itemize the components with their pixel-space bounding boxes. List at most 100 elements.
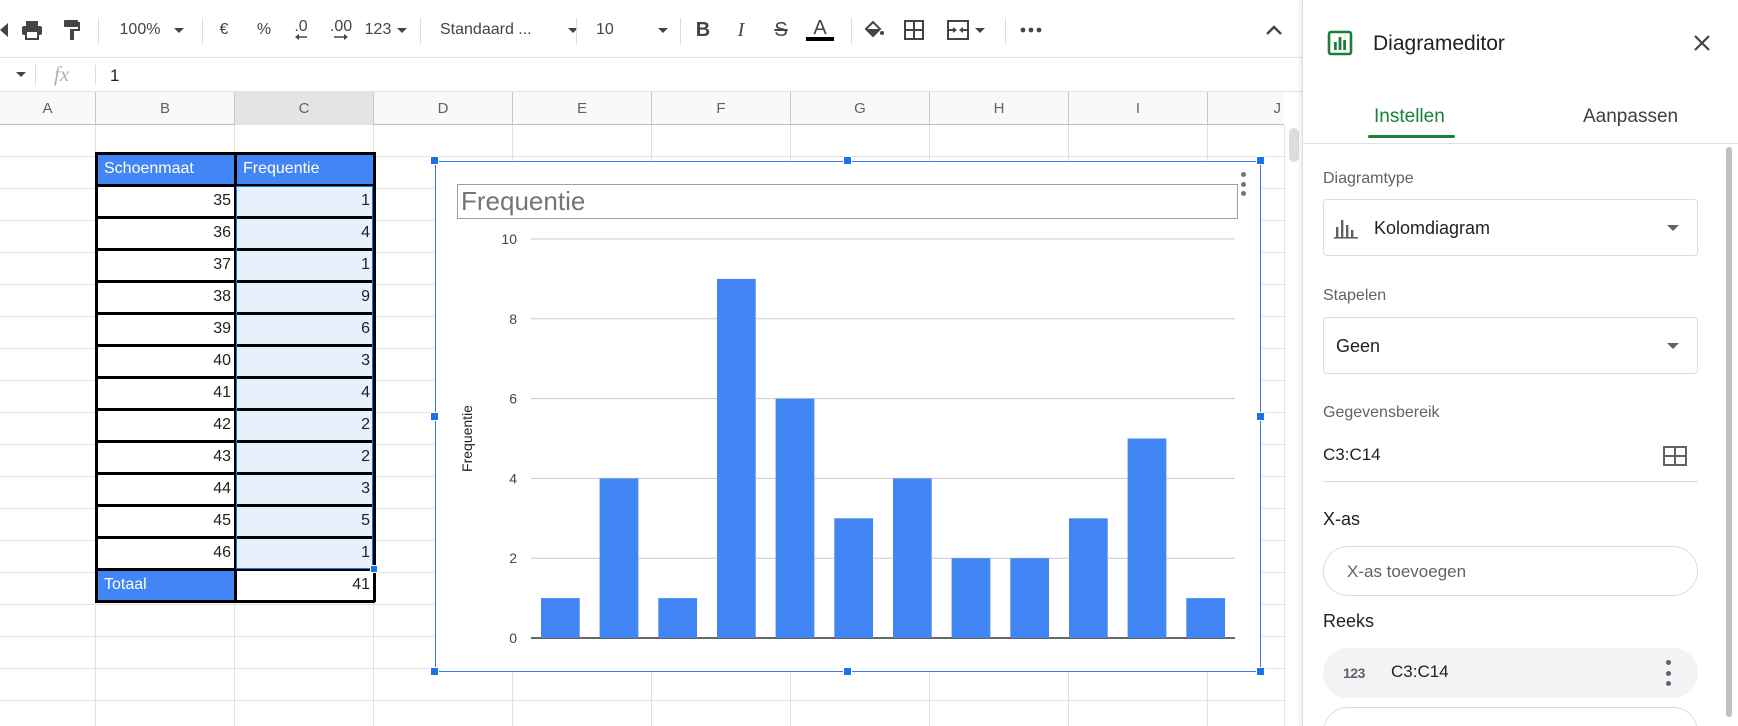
column-header-g[interactable]: G [791,92,930,125]
add-x-axis-button[interactable]: X-as toevoegen [1323,546,1698,596]
vertical-scrollbar[interactable] [1284,125,1302,726]
column-header-h[interactable]: H [930,92,1069,125]
resize-handle[interactable] [1256,156,1265,165]
table-header-size[interactable]: Schoenmaat [96,153,235,185]
number-series-icon: 123 [1343,665,1365,681]
print-icon[interactable] [18,16,46,44]
stacking-select[interactable]: Geen [1323,317,1698,374]
text-color-button[interactable]: A [805,16,835,44]
chart-bar [540,598,580,638]
y-tick-label: 2 [509,550,517,566]
bold-button[interactable]: B [692,16,714,44]
chart-type-select[interactable]: Kolomdiagram [1323,199,1698,256]
table-cell-size[interactable]: 45 [96,505,235,537]
arrow-right-icon [334,34,348,40]
table-cell-size[interactable]: 41 [96,377,235,409]
fill-color-icon[interactable] [861,16,887,44]
font-size-select[interactable]: 10 [596,16,668,44]
data-range-field[interactable]: C3:C14 [1323,432,1698,482]
add-series-button[interactable] [1323,707,1698,726]
resize-handle[interactable] [1256,667,1265,676]
resize-handle[interactable] [843,156,852,165]
zoom-select[interactable]: 100% [116,16,188,44]
chart-bar [658,598,698,638]
column-header-b[interactable]: B [96,92,235,125]
chart-bar [951,558,991,638]
series-more-icon[interactable] [1665,660,1671,686]
text-color-label: A [813,17,827,39]
close-icon[interactable] [1693,34,1711,57]
resize-handle[interactable] [430,156,439,165]
number-format-select[interactable]: 123 [364,16,408,44]
column-header-j[interactable]: J [1208,92,1284,125]
table-cell-size[interactable]: 42 [96,409,235,441]
chart-bar [1010,558,1050,638]
panel-scrollbar[interactable] [1723,145,1735,723]
strikethrough-button[interactable]: S [770,16,792,44]
panel-title: Diagrameditor [1373,32,1505,55]
more-options-icon[interactable] [1016,16,1046,44]
number-format-label: 123 [364,21,392,38]
y-tick-label: 10 [501,231,517,247]
series-item[interactable]: 123 C3:C14 [1323,648,1698,698]
data-range-label: Gegevensbereik [1323,404,1440,421]
series-section-label: Reeks [1323,611,1375,631]
table-header-frequency[interactable]: Frequentie [235,153,374,185]
name-box-chevron-icon[interactable] [16,72,26,77]
table-total-label[interactable]: Totaal [96,569,235,601]
currency-format-button[interactable]: € [214,16,234,44]
chart-editor-panel: Diagrameditor Instellen Aanpassen Diagra… [1302,0,1738,726]
table-cell-size[interactable]: 35 [96,185,235,217]
resize-handle[interactable] [1256,411,1265,421]
resize-handle[interactable] [430,411,439,421]
chart-bar [775,398,815,638]
borders-icon[interactable] [901,16,927,44]
decrease-decimals-button[interactable]: .0 [289,16,313,44]
formula-input[interactable]: 1 [110,66,119,86]
column-header-i[interactable]: I [1069,92,1208,125]
chart[interactable]: Frequentie 0 2 4 6 8 10 Frequentie [430,156,1265,676]
paint-format-icon[interactable] [58,16,86,44]
paint-format-partial-icon[interactable] [0,16,8,44]
chart-bar [1127,438,1167,638]
data-range-value: C3:C14 [1323,445,1381,464]
series-range-value: C3:C14 [1391,662,1449,681]
table-cell-size[interactable]: 37 [96,249,235,281]
stacking-label: Stapelen [1323,287,1387,304]
tab-setup[interactable]: Instellen [1374,106,1445,128]
column-header-a[interactable]: A [0,92,96,125]
chart-bar [716,278,756,638]
table-cell-size[interactable]: 40 [96,345,235,377]
y-tick-label: 0 [509,630,517,646]
fx-icon: fx [54,62,70,86]
chart-bar [1186,598,1226,638]
resize-handle[interactable] [430,667,439,676]
fill-handle[interactable] [370,565,378,573]
merge-cells-select[interactable] [940,16,992,44]
select-range-icon[interactable] [1663,446,1687,471]
arrow-left-icon [295,34,307,40]
zoom-value: 100% [119,21,161,38]
resize-handle[interactable] [843,667,852,676]
table-cell-size[interactable]: 43 [96,441,235,473]
table-cell-size[interactable]: 36 [96,217,235,249]
column-chart-icon [1334,217,1358,244]
font-family-select[interactable]: Standaard ... [440,16,578,44]
table-total-value[interactable]: 41 [235,569,374,601]
column-header-c[interactable]: C [235,92,374,125]
italic-button[interactable]: I [730,16,752,44]
percent-format-button[interactable]: % [253,16,275,44]
column-header-e[interactable]: E [513,92,652,125]
scrollbar-thumb[interactable] [1289,128,1299,162]
table-cell-size[interactable]: 39 [96,313,235,345]
tab-customize[interactable]: Aanpassen [1583,106,1678,128]
table-cell-size[interactable]: 38 [96,281,235,313]
column-header-f[interactable]: F [652,92,791,125]
table-cell-size[interactable]: 44 [96,473,235,505]
collapse-toolbar-icon[interactable] [1262,16,1286,44]
increase-decimals-button[interactable]: .00 [325,16,357,44]
panel-scrollbar-thumb[interactable] [1726,147,1732,717]
active-tab-indicator [1368,135,1455,138]
table-cell-size[interactable]: 46 [96,537,235,569]
column-header-d[interactable]: D [374,92,513,125]
